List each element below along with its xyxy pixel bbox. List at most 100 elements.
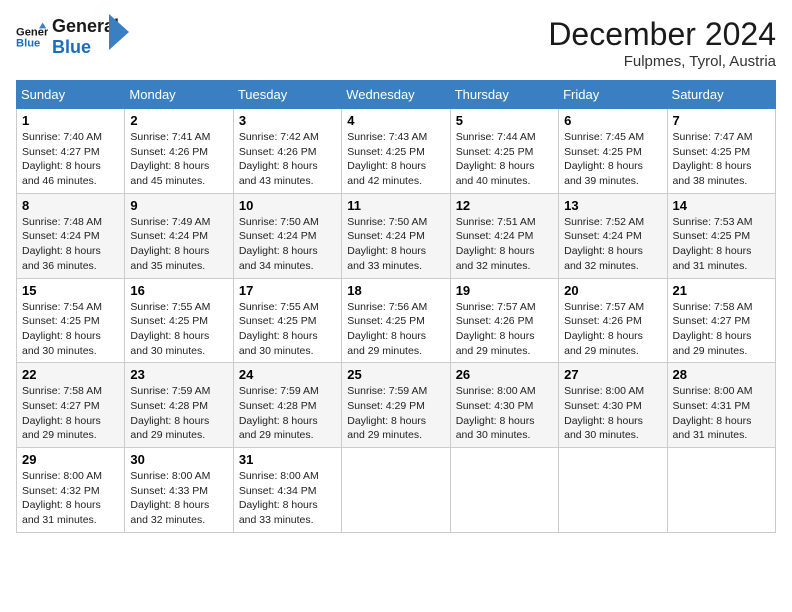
day-info: Sunrise: 7:41 AM Sunset: 4:26 PM Dayligh… [130,130,227,189]
calendar-cell: 18 Sunrise: 7:56 AM Sunset: 4:25 PM Dayl… [342,278,450,363]
svg-text:Blue: Blue [16,38,40,50]
calendar-table: SundayMondayTuesdayWednesdayThursdayFrid… [16,80,776,533]
calendar-cell: 14 Sunrise: 7:53 AM Sunset: 4:25 PM Dayl… [667,193,775,278]
calendar-cell: 15 Sunrise: 7:54 AM Sunset: 4:25 PM Dayl… [17,278,125,363]
calendar-week-5: 29 Sunrise: 8:00 AM Sunset: 4:32 PM Dayl… [17,448,776,533]
day-number: 1 [22,113,119,128]
day-info: Sunrise: 7:40 AM Sunset: 4:27 PM Dayligh… [22,130,119,189]
calendar-cell: 31 Sunrise: 8:00 AM Sunset: 4:34 PM Dayl… [233,448,341,533]
day-info: Sunrise: 7:49 AM Sunset: 4:24 PM Dayligh… [130,215,227,274]
calendar-cell: 20 Sunrise: 7:57 AM Sunset: 4:26 PM Dayl… [559,278,667,363]
header-wednesday: Wednesday [342,81,450,109]
day-info: Sunrise: 7:48 AM Sunset: 4:24 PM Dayligh… [22,215,119,274]
header-tuesday: Tuesday [233,81,341,109]
day-number: 6 [564,113,661,128]
calendar-cell: 29 Sunrise: 8:00 AM Sunset: 4:32 PM Dayl… [17,448,125,533]
day-number: 17 [239,283,336,298]
month-title: December 2024 [548,16,776,53]
day-number: 14 [673,198,770,213]
calendar-cell: 5 Sunrise: 7:44 AM Sunset: 4:25 PM Dayli… [450,109,558,194]
day-number: 11 [347,198,444,213]
calendar-cell: 27 Sunrise: 8:00 AM Sunset: 4:30 PM Dayl… [559,363,667,448]
calendar-cell [667,448,775,533]
day-info: Sunrise: 7:57 AM Sunset: 4:26 PM Dayligh… [456,300,553,359]
header-monday: Monday [125,81,233,109]
day-number: 30 [130,452,227,467]
day-info: Sunrise: 7:50 AM Sunset: 4:24 PM Dayligh… [239,215,336,274]
page-header: General Blue General Blue December 2024 … [16,16,776,70]
day-info: Sunrise: 7:50 AM Sunset: 4:24 PM Dayligh… [347,215,444,274]
day-number: 24 [239,367,336,382]
calendar-cell: 28 Sunrise: 8:00 AM Sunset: 4:31 PM Dayl… [667,363,775,448]
calendar-cell: 4 Sunrise: 7:43 AM Sunset: 4:25 PM Dayli… [342,109,450,194]
day-number: 18 [347,283,444,298]
calendar-header-row: SundayMondayTuesdayWednesdayThursdayFrid… [17,81,776,109]
calendar-cell: 22 Sunrise: 7:58 AM Sunset: 4:27 PM Dayl… [17,363,125,448]
day-info: Sunrise: 7:54 AM Sunset: 4:25 PM Dayligh… [22,300,119,359]
calendar-cell: 19 Sunrise: 7:57 AM Sunset: 4:26 PM Dayl… [450,278,558,363]
header-sunday: Sunday [17,81,125,109]
calendar-cell: 3 Sunrise: 7:42 AM Sunset: 4:26 PM Dayli… [233,109,341,194]
day-info: Sunrise: 7:59 AM Sunset: 4:28 PM Dayligh… [239,384,336,443]
calendar-cell: 30 Sunrise: 8:00 AM Sunset: 4:33 PM Dayl… [125,448,233,533]
day-number: 12 [456,198,553,213]
day-info: Sunrise: 8:00 AM Sunset: 4:30 PM Dayligh… [564,384,661,443]
day-info: Sunrise: 7:59 AM Sunset: 4:28 PM Dayligh… [130,384,227,443]
day-info: Sunrise: 8:00 AM Sunset: 4:30 PM Dayligh… [456,384,553,443]
day-number: 8 [22,198,119,213]
day-info: Sunrise: 7:43 AM Sunset: 4:25 PM Dayligh… [347,130,444,189]
calendar-cell: 24 Sunrise: 7:59 AM Sunset: 4:28 PM Dayl… [233,363,341,448]
calendar-cell [342,448,450,533]
day-info: Sunrise: 8:00 AM Sunset: 4:34 PM Dayligh… [239,469,336,528]
day-info: Sunrise: 7:45 AM Sunset: 4:25 PM Dayligh… [564,130,661,189]
logo: General Blue General Blue [16,16,129,58]
day-number: 29 [22,452,119,467]
day-number: 2 [130,113,227,128]
calendar-cell: 21 Sunrise: 7:58 AM Sunset: 4:27 PM Dayl… [667,278,775,363]
day-number: 22 [22,367,119,382]
calendar-cell [559,448,667,533]
day-number: 20 [564,283,661,298]
calendar-cell [450,448,558,533]
day-number: 19 [456,283,553,298]
logo-arrow [109,14,129,50]
title-block: December 2024 Fulpmes, Tyrol, Austria [548,16,776,70]
header-saturday: Saturday [667,81,775,109]
calendar-week-3: 15 Sunrise: 7:54 AM Sunset: 4:25 PM Dayl… [17,278,776,363]
day-info: Sunrise: 7:51 AM Sunset: 4:24 PM Dayligh… [456,215,553,274]
calendar-cell: 2 Sunrise: 7:41 AM Sunset: 4:26 PM Dayli… [125,109,233,194]
header-friday: Friday [559,81,667,109]
day-number: 10 [239,198,336,213]
day-info: Sunrise: 7:55 AM Sunset: 4:25 PM Dayligh… [130,300,227,359]
day-info: Sunrise: 7:56 AM Sunset: 4:25 PM Dayligh… [347,300,444,359]
calendar-cell: 16 Sunrise: 7:55 AM Sunset: 4:25 PM Dayl… [125,278,233,363]
calendar-cell: 26 Sunrise: 8:00 AM Sunset: 4:30 PM Dayl… [450,363,558,448]
day-info: Sunrise: 8:00 AM Sunset: 4:32 PM Dayligh… [22,469,119,528]
location: Fulpmes, Tyrol, Austria [548,53,776,70]
calendar-cell: 10 Sunrise: 7:50 AM Sunset: 4:24 PM Dayl… [233,193,341,278]
day-number: 4 [347,113,444,128]
day-number: 23 [130,367,227,382]
day-number: 15 [22,283,119,298]
calendar-cell: 1 Sunrise: 7:40 AM Sunset: 4:27 PM Dayli… [17,109,125,194]
calendar-cell: 12 Sunrise: 7:51 AM Sunset: 4:24 PM Dayl… [450,193,558,278]
day-number: 16 [130,283,227,298]
calendar-cell: 8 Sunrise: 7:48 AM Sunset: 4:24 PM Dayli… [17,193,125,278]
header-thursday: Thursday [450,81,558,109]
day-info: Sunrise: 7:57 AM Sunset: 4:26 PM Dayligh… [564,300,661,359]
day-number: 25 [347,367,444,382]
calendar-cell: 7 Sunrise: 7:47 AM Sunset: 4:25 PM Dayli… [667,109,775,194]
day-number: 3 [239,113,336,128]
calendar-cell: 25 Sunrise: 7:59 AM Sunset: 4:29 PM Dayl… [342,363,450,448]
day-number: 28 [673,367,770,382]
day-number: 5 [456,113,553,128]
day-info: Sunrise: 8:00 AM Sunset: 4:33 PM Dayligh… [130,469,227,528]
day-info: Sunrise: 7:47 AM Sunset: 4:25 PM Dayligh… [673,130,770,189]
calendar-cell: 6 Sunrise: 7:45 AM Sunset: 4:25 PM Dayli… [559,109,667,194]
day-number: 13 [564,198,661,213]
day-info: Sunrise: 7:42 AM Sunset: 4:26 PM Dayligh… [239,130,336,189]
day-info: Sunrise: 7:58 AM Sunset: 4:27 PM Dayligh… [22,384,119,443]
calendar-week-2: 8 Sunrise: 7:48 AM Sunset: 4:24 PM Dayli… [17,193,776,278]
day-info: Sunrise: 7:59 AM Sunset: 4:29 PM Dayligh… [347,384,444,443]
calendar-cell: 23 Sunrise: 7:59 AM Sunset: 4:28 PM Dayl… [125,363,233,448]
